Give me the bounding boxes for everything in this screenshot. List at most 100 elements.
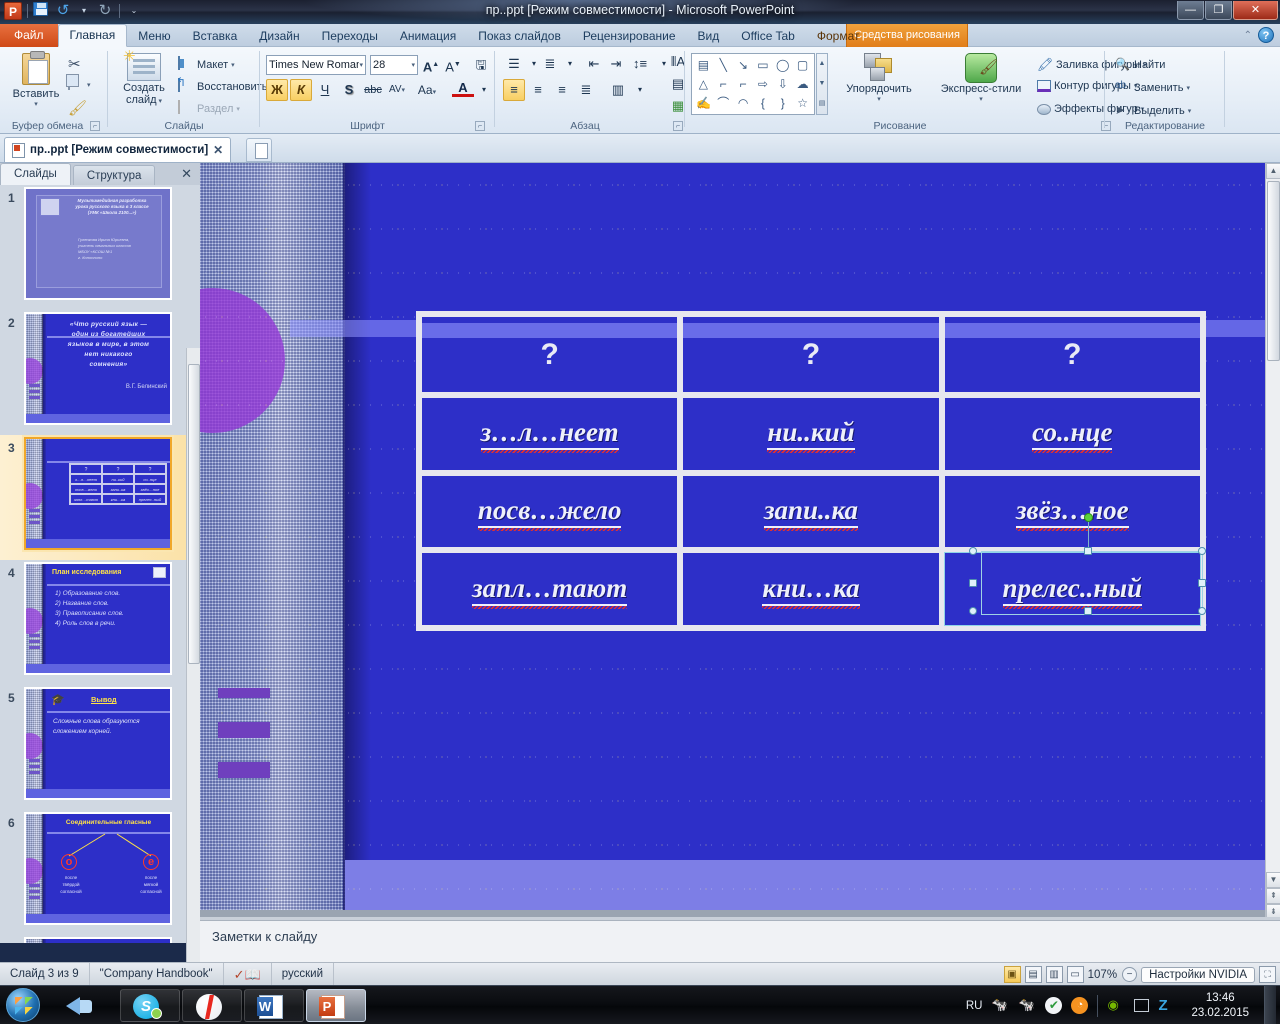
new-slide-dropdown-icon[interactable]: ▾ (157, 98, 163, 105)
clipboard-dialog-launcher[interactable]: ⌐ (90, 121, 100, 131)
tab-review[interactable]: Рецензирование (572, 25, 687, 47)
slide-thumbnail-7[interactable]: 7 (0, 935, 186, 943)
replace-dropdown-icon[interactable]: ▾ (1186, 84, 1190, 92)
new-slide-button[interactable]: Создать слайд ▾ (116, 47, 172, 106)
shape-arrow-icon[interactable]: ↘ (734, 56, 753, 74)
justify-button[interactable]: ≣ (575, 79, 597, 101)
resize-handle-middle-right[interactable] (1198, 579, 1206, 587)
tab-slides[interactable]: Слайды (0, 163, 71, 185)
slide-thumbnail-2[interactable]: 2 «Что русский язык — один из богатейших… (0, 310, 186, 435)
find-button[interactable]: 🔍 Найти (1115, 57, 1165, 73)
fit-slide-to-window-button[interactable]: ⛶ (1259, 966, 1276, 983)
shape-roundrect-icon[interactable]: ▢ (793, 56, 812, 74)
tab-format[interactable]: Формат (806, 25, 871, 47)
table-cell[interactable]: запл…тают (422, 553, 678, 625)
shapes-more-icon[interactable]: ▤ (817, 94, 827, 114)
start-orb-icon[interactable] (6, 988, 40, 1022)
orange-circle-icon[interactable]: ◔ (1071, 997, 1089, 1014)
word-icon[interactable]: W (244, 989, 304, 1022)
align-center-button[interactable]: ≡ (527, 79, 549, 101)
section-dropdown-icon[interactable]: ▾ (236, 105, 240, 113)
paste-dropdown-icon[interactable]: ▾ (8, 100, 64, 108)
notes-pane[interactable]: Заметки к слайду (200, 920, 1280, 962)
bullets-button[interactable]: ☰ (503, 53, 525, 75)
tab-insert[interactable]: Вставка (182, 25, 249, 47)
shape-elbow-icon[interactable]: ⌐ (714, 75, 733, 93)
language-indicator[interactable]: русский (272, 962, 335, 986)
shape-curve-icon[interactable]: ⌒ (714, 94, 733, 112)
scroll-down-icon[interactable]: ▼ (1266, 872, 1280, 888)
monitor-icon[interactable] (1134, 999, 1150, 1012)
underline-button[interactable]: Ч (314, 79, 336, 101)
character-spacing-button[interactable]: AV▾ (386, 79, 408, 101)
shape-triangle-icon[interactable]: △ (694, 75, 713, 93)
clock[interactable]: 13:46 23.02.2015 (1185, 991, 1255, 1021)
previous-slide-icon[interactable]: ⇞ (1266, 888, 1280, 904)
slide-thumbnail-4[interactable]: 4 План исследования 1) Образование слов.… (0, 560, 186, 685)
shape-oval-icon[interactable]: ◯ (773, 56, 792, 74)
shapes-gallery[interactable]: ▤ ╲ ↘ ▭ ◯ ▢ △ ⌐ ⌐ ⇨ ⇩ ☁ ✍ ⌒ ◠ { } ☆ (691, 53, 815, 115)
zoom-out-button[interactable]: − (1122, 967, 1138, 982)
shape-arc-icon[interactable]: ◠ (734, 94, 753, 112)
slide-area-scrollbar[interactable]: ▲ ▼ ⇞ ⇟ (1265, 163, 1280, 920)
skype-icon[interactable]: S (120, 989, 180, 1022)
table-cell[interactable]: запи..ка (683, 475, 939, 548)
language-indicator-tray[interactable]: RU (966, 1000, 983, 1012)
resize-handle-top-left[interactable] (969, 547, 977, 555)
close-slides-panel-icon[interactable]: ✕ (181, 166, 192, 182)
layout-dropdown-icon[interactable]: ▾ (231, 61, 235, 69)
shapes-scroll-down-icon[interactable]: ▼ (817, 74, 827, 94)
tab-home[interactable]: Главная (57, 24, 128, 47)
resize-handle-middle-left[interactable] (969, 579, 977, 587)
ribbon-tabs[interactable]: Файл Главная Меню Вставка Дизайн Переход… (0, 24, 870, 47)
copy-button[interactable]: ▾ (68, 76, 91, 93)
theme-name[interactable]: "Company Handbook" (90, 962, 224, 986)
table-cell[interactable]: звёз…ное (944, 475, 1200, 548)
slides-panel-scroll-thumb[interactable] (188, 364, 200, 664)
zoom-controls[interactable]: 107% − (1088, 967, 1138, 982)
decrease-indent-button[interactable]: ⇤ (583, 53, 605, 75)
slide-thumbnail-6[interactable]: 6 Соединительные гласные о е после твёрд… (0, 810, 186, 935)
font-color-button[interactable]: A (452, 77, 474, 97)
numbering-dropdown-icon[interactable]: ▾ (559, 53, 581, 75)
tab-view[interactable]: Вид (687, 25, 731, 47)
nvidia-icon[interactable]: ◉ (1107, 997, 1125, 1015)
ribbon-tab-right-controls[interactable]: ⌃ ? (1244, 27, 1274, 43)
slide-thumbnail-list[interactable]: 1 Мультимедийная разработка урока русско… (0, 185, 186, 943)
shape-cloud-icon[interactable]: ☁ (793, 75, 812, 93)
minimize-button[interactable]: — (1177, 1, 1204, 20)
slide-thumbnail-1[interactable]: 1 Мультимедийная разработка урока русско… (0, 185, 186, 310)
columns-button[interactable]: ▥ (607, 79, 629, 101)
shape-elbow-arrow-icon[interactable]: ⌐ (734, 75, 753, 93)
normal-view-button[interactable]: ▣ (1003, 966, 1021, 983)
font-size-input[interactable]: 28 ▾ (370, 55, 418, 75)
scroll-up-icon[interactable]: ▲ (1266, 163, 1280, 179)
shapes-scroll-up-icon[interactable]: ▲ (817, 54, 827, 74)
change-case-button[interactable]: Aa▾ (416, 79, 438, 101)
help-icon[interactable]: ? (1258, 27, 1274, 43)
window-controls[interactable]: — ❐ ✕ (1177, 1, 1278, 20)
resize-handle-bottom-left[interactable] (969, 607, 977, 615)
shape-right-arrow-icon[interactable]: ⇨ (754, 75, 773, 93)
slide-thumbnail-5[interactable]: 5 🎓 Вывод Сложные слова образуются сложе… (0, 685, 186, 810)
tab-file[interactable]: Файл (0, 24, 58, 47)
tab-slideshow[interactable]: Показ слайдов (467, 25, 572, 47)
shape-textbox-icon[interactable]: ▤ (694, 56, 713, 74)
slides-panel-tabs[interactable]: Слайды Структура ✕ (0, 163, 200, 185)
table-cell[interactable]: посв…жело (422, 475, 678, 548)
paste-button[interactable]: Вставить ▾ (8, 51, 64, 108)
new-document-tab-button[interactable] (246, 138, 272, 162)
tab-outline[interactable]: Структура (72, 165, 156, 185)
font-color-dropdown-icon[interactable]: ▾ (473, 79, 495, 101)
reset-button[interactable]: Восстановить (178, 78, 267, 95)
tab-office-tab[interactable]: Office Tab (730, 25, 806, 47)
replace-button[interactable]: ab Заменить ▾ (1115, 80, 1190, 96)
reading-view-button[interactable]: ▥ (1045, 966, 1063, 983)
tab-animations[interactable]: Анимация (389, 25, 467, 47)
table-header-cell-2[interactable]: ? (683, 317, 939, 393)
layout-button[interactable]: Макет ▾ (178, 56, 235, 73)
collapse-ribbon-icon[interactable]: ⌃ (1244, 30, 1252, 41)
resize-handle-bottom-center[interactable] (1084, 607, 1092, 615)
table-cell[interactable]: ни..кий (683, 398, 939, 470)
volume-icon[interactable] (64, 989, 98, 1022)
